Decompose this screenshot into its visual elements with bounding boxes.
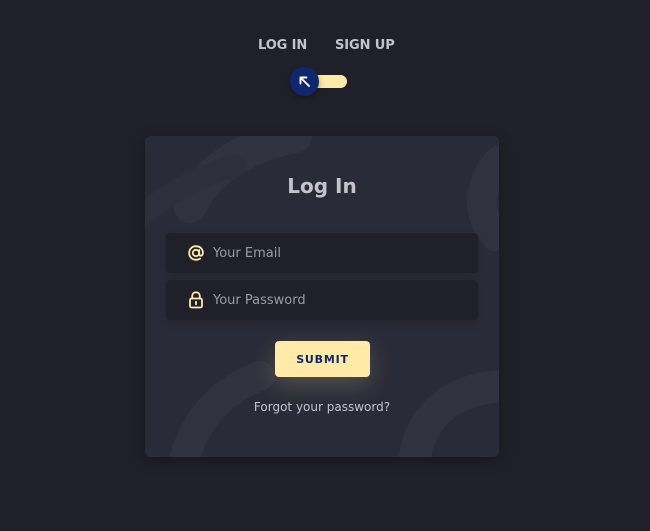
tab-signup[interactable]: SIGN UP	[335, 38, 395, 53]
password-field[interactable]	[166, 280, 478, 320]
login-card: Log In SUBMIT Forgot your password?	[145, 136, 499, 457]
email-input[interactable]	[210, 233, 473, 273]
lock-icon	[189, 291, 203, 309]
login-signup-toggle[interactable]	[290, 67, 347, 96]
tab-login[interactable]: LOG IN	[258, 38, 307, 53]
auth-tabs: LOG IN SIGN UP	[0, 38, 650, 56]
toggle-knob[interactable]	[290, 67, 319, 96]
at-sign-icon	[188, 245, 204, 261]
submit-button[interactable]: SUBMIT	[275, 341, 370, 377]
password-input[interactable]	[210, 280, 473, 320]
arrow-up-left-icon	[299, 76, 310, 87]
card-title: Log In	[287, 174, 357, 198]
email-field[interactable]	[166, 233, 478, 273]
login-page: LOG IN SIGN UP Log In Your Email SUBMIT …	[0, 0, 650, 531]
forgot-password-link[interactable]: Forgot your password?	[145, 400, 499, 414]
